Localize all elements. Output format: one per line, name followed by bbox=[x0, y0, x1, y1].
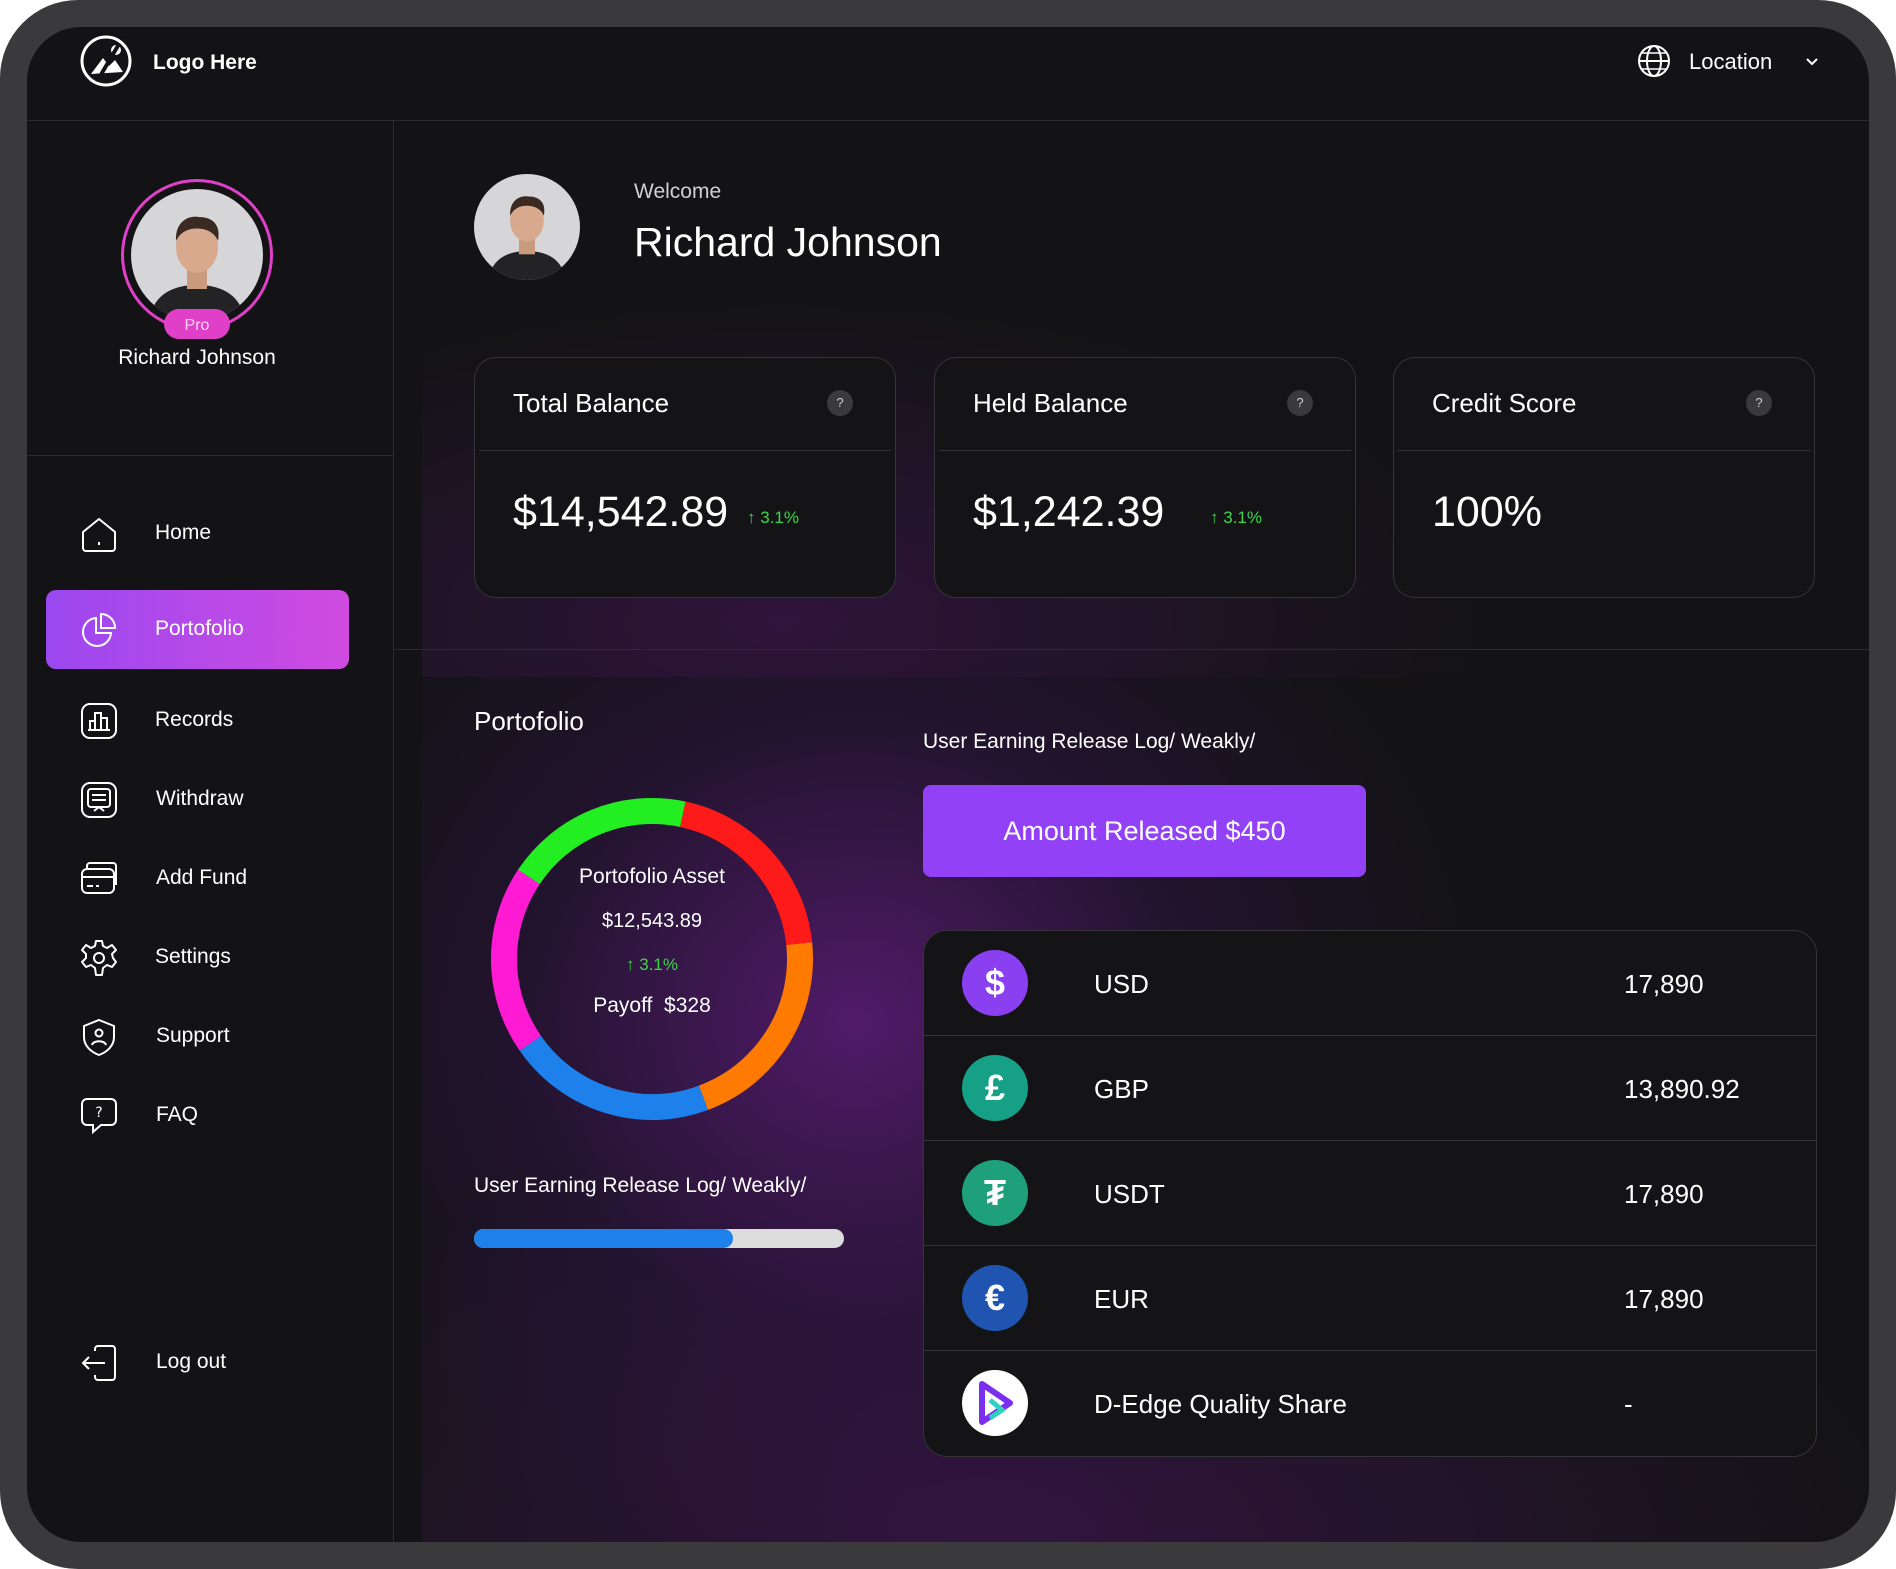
release-progress-bar bbox=[474, 1229, 844, 1248]
divider bbox=[27, 455, 394, 456]
arrow-up-icon: ↑ bbox=[747, 508, 756, 527]
bar-chart-icon bbox=[81, 703, 117, 739]
release-progress-fill bbox=[474, 1229, 733, 1248]
home-icon bbox=[82, 517, 116, 552]
currency-value: - bbox=[1624, 1389, 1633, 1419]
credit-score-card: Credit Score ? 100% bbox=[1393, 357, 1815, 598]
currency-value: 17,890 bbox=[1624, 1179, 1704, 1209]
dollar-icon: $ bbox=[962, 950, 1028, 1016]
currency-name: GBP bbox=[1094, 1074, 1149, 1104]
divider bbox=[939, 450, 1351, 451]
app-screen: Logo Here Location Pro Richard Johnson H… bbox=[27, 27, 1869, 1542]
shield-icon bbox=[83, 1018, 115, 1057]
sidebar-item-label: Records bbox=[155, 708, 234, 731]
sidebar-item-settings[interactable]: Settings bbox=[46, 918, 349, 997]
device-frame: Logo Here Location Pro Richard Johnson H… bbox=[0, 0, 1896, 1569]
held-balance-value: $1,242.39 bbox=[973, 488, 1165, 536]
portfolio-asset-value: $12,543.89 bbox=[601, 910, 703, 932]
sidebar-item-label: Portofolio bbox=[155, 617, 244, 640]
logo-text[interactable]: Logo Here bbox=[153, 51, 257, 75]
d-edge-logo-icon bbox=[962, 1370, 1028, 1436]
help-icon[interactable]: ? bbox=[827, 390, 853, 416]
earning-log-label: User Earning Release Log/ Weakly/ bbox=[923, 730, 1256, 753]
main-avatar[interactable] bbox=[474, 174, 580, 280]
svg-text:?: ? bbox=[95, 1105, 102, 1121]
logout-button[interactable]: Log out bbox=[46, 1323, 349, 1402]
profile-name: Richard Johnson bbox=[118, 346, 276, 369]
credit-score-value: 100% bbox=[1432, 488, 1542, 536]
sidebar-item-label: FAQ bbox=[156, 1103, 199, 1126]
arrow-up-icon: ↑ bbox=[1210, 508, 1219, 527]
held-balance-card: Held Balance ? $1,242.39 ↑ 3.1% bbox=[934, 357, 1356, 598]
sidebar-item-support[interactable]: Support bbox=[46, 997, 349, 1076]
tether-icon: ₮ bbox=[962, 1160, 1028, 1226]
currency-name: USD bbox=[1094, 969, 1149, 999]
portfolio-asset-label: Portofolio Asset bbox=[579, 865, 725, 888]
top-bar: Logo Here Location bbox=[27, 27, 1869, 121]
table-row[interactable]: £ GBP 13,890.92 bbox=[924, 1036, 1816, 1141]
sidebar-item-faq[interactable]: ? FAQ bbox=[46, 1076, 349, 1155]
sidebar-item-label: Withdraw bbox=[156, 787, 244, 810]
arrow-up-icon: ↑ bbox=[626, 955, 635, 974]
euro-icon: € bbox=[962, 1265, 1028, 1331]
release-log-label: User Earning Release Log/ Weakly/ bbox=[474, 1174, 807, 1197]
change-indicator: ↑ 3.1% bbox=[1210, 508, 1262, 528]
pro-badge: Pro bbox=[164, 309, 230, 339]
sidebar-item-records[interactable]: Records bbox=[46, 681, 349, 760]
logo-icon[interactable] bbox=[79, 34, 133, 88]
table-row[interactable]: € EUR 17,890 bbox=[924, 1246, 1816, 1351]
table-row[interactable]: $ USD 17,890 bbox=[924, 931, 1816, 1036]
card-title: Held Balance bbox=[973, 388, 1128, 418]
logout-icon bbox=[81, 1345, 116, 1381]
sidebar: Pro Richard Johnson Home Portofolio Reco… bbox=[27, 121, 394, 1542]
sidebar-item-add-fund[interactable]: Add Fund bbox=[46, 839, 349, 918]
currency-value: 17,890 bbox=[1624, 1284, 1704, 1314]
gear-icon bbox=[81, 940, 117, 976]
currency-table: $ USD 17,890 £ GBP 13,890.92 ₮ USDT 17,8… bbox=[923, 930, 1817, 1457]
currency-name: D-Edge Quality Share bbox=[1094, 1389, 1347, 1419]
change-value: 3.1% bbox=[639, 955, 678, 974]
sidebar-item-label: Home bbox=[155, 521, 212, 544]
divider bbox=[479, 450, 891, 451]
logout-label: Log out bbox=[156, 1350, 227, 1373]
portfolio-title: Portofolio bbox=[474, 706, 584, 736]
card-title: Total Balance bbox=[513, 388, 670, 418]
withdraw-icon bbox=[81, 782, 117, 818]
sidebar-item-withdraw[interactable]: Withdraw bbox=[46, 760, 349, 839]
page-title: Richard Johnson bbox=[634, 219, 942, 265]
sidebar-item-label: Support bbox=[156, 1024, 230, 1047]
welcome-label: Welcome bbox=[634, 180, 722, 203]
change-indicator: ↑ 3.1% bbox=[747, 508, 799, 528]
sidebar-item-label: Add Fund bbox=[156, 866, 248, 889]
amount-released-button[interactable]: Amount Released $450 bbox=[923, 785, 1366, 877]
question-chat-icon: ? bbox=[81, 1098, 117, 1135]
globe-icon[interactable] bbox=[1636, 43, 1672, 79]
pound-icon: £ bbox=[962, 1055, 1028, 1121]
currency-value: 17,890 bbox=[1624, 969, 1704, 999]
divider bbox=[1398, 450, 1810, 451]
total-balance-value: $14,542.89 bbox=[513, 488, 729, 536]
table-row[interactable]: ₮ USDT 17,890 bbox=[924, 1141, 1816, 1246]
chevron-down-icon[interactable] bbox=[1802, 51, 1822, 71]
card-icon bbox=[81, 862, 117, 894]
portfolio-change: ↑ 3.1% bbox=[476, 955, 828, 975]
sidebar-item-label: Settings bbox=[155, 945, 231, 968]
pie-chart-icon bbox=[82, 612, 117, 647]
change-value: 3.1% bbox=[1223, 508, 1262, 527]
location-dropdown[interactable]: Location bbox=[1689, 49, 1772, 75]
sidebar-item-home[interactable]: Home bbox=[46, 494, 349, 573]
sidebar-item-portofolio[interactable]: Portofolio bbox=[46, 590, 349, 669]
currency-value: 13,890.92 bbox=[1624, 1074, 1740, 1104]
help-icon[interactable]: ? bbox=[1287, 390, 1313, 416]
total-balance-card: Total Balance ? $14,542.89 ↑ 3.1% bbox=[474, 357, 896, 598]
currency-name: EUR bbox=[1094, 1284, 1149, 1314]
card-title: Credit Score bbox=[1432, 388, 1577, 418]
table-row[interactable]: D-Edge Quality Share - bbox=[924, 1351, 1816, 1456]
change-value: 3.1% bbox=[760, 508, 799, 527]
help-icon[interactable]: ? bbox=[1746, 390, 1772, 416]
currency-name: USDT bbox=[1094, 1179, 1165, 1209]
avatar[interactable] bbox=[131, 189, 263, 321]
payoff-label: Payoff $328 bbox=[593, 994, 711, 1017]
section-divider bbox=[394, 649, 1869, 650]
